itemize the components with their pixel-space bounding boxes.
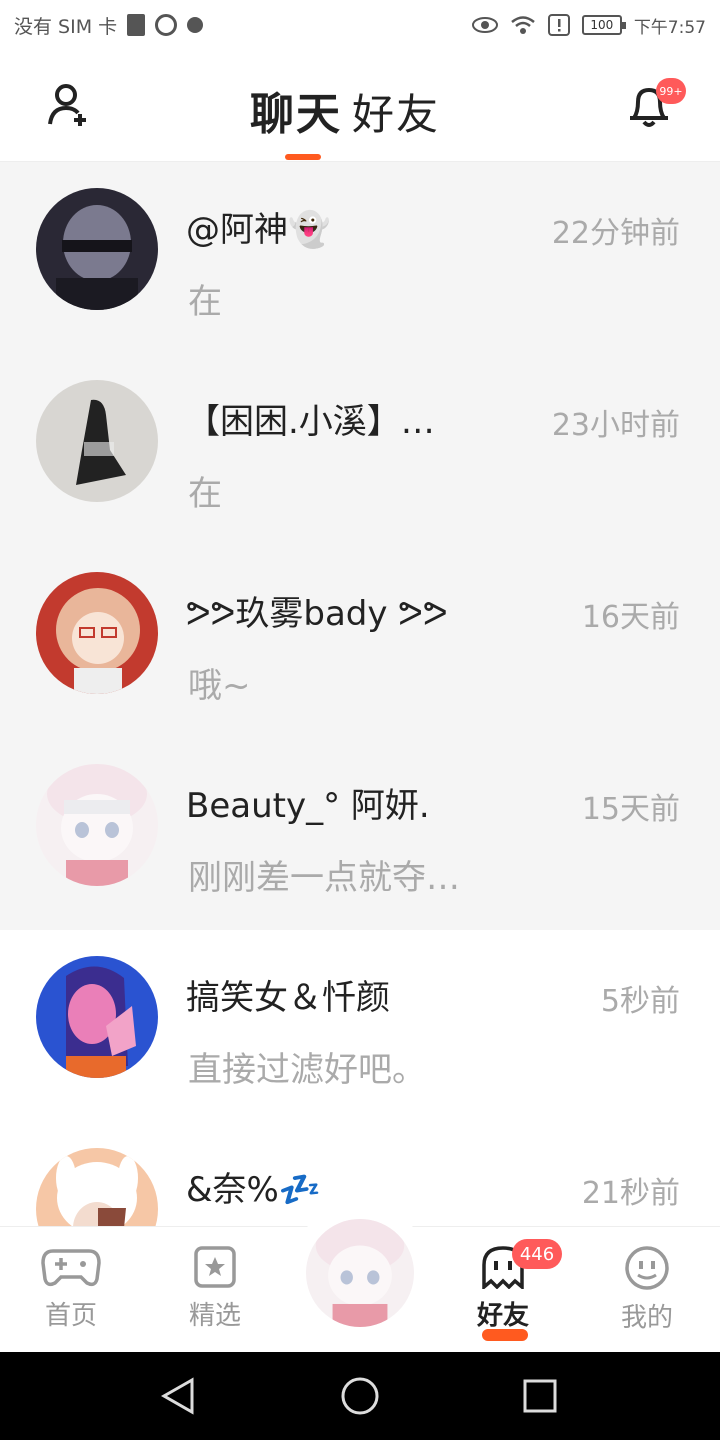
bottom-nav: 首页 精选 好友 446 我的 [0,1199,720,1352]
chat-name: @阿神👻 [186,210,331,250]
tab-chat[interactable]: 聊天 [250,78,342,142]
chat-item[interactable]: Beauty_° 阿妍. 15天前 刚刚差一点就夺… [0,738,720,930]
chat-item[interactable]: 【困困.小溪】… 23小时前 在 [0,354,720,546]
nav-me[interactable]: 我的 [602,1245,692,1334]
gamepad-icon [41,1249,101,1287]
tab-switcher: 聊天 好友 [250,78,440,142]
friends-badge: 446 [512,1239,562,1269]
chat-preview: 在 [188,474,222,514]
center-avatar-button[interactable] [306,1219,414,1327]
nav-label: 精选 [188,1301,241,1331]
nav-label: 好友 [476,1301,529,1331]
recents-icon[interactable] [522,1378,558,1414]
home-icon[interactable] [340,1376,380,1416]
chat-item[interactable]: 搞笑女＆忏颜 5秒前 直接过滤好吧。 [0,930,720,1122]
chat-preview: 在 [188,282,222,322]
chat-name: 搞笑女＆忏颜 [186,978,390,1018]
chat-preview: 哦~ [188,666,251,706]
carrier-text: 没有 SIM 卡 [14,15,118,38]
chat-preview: 刚刚差一点就夺… [188,858,460,898]
nav-featured[interactable]: 精选 [170,1245,260,1332]
chat-time: 15天前 [581,792,680,827]
chat-name: &奈%💤 [186,1170,322,1210]
tab-friends[interactable]: 好友 [352,81,440,142]
avatar [36,764,158,886]
alert-icon [547,14,570,36]
system-nav-bar [0,1352,720,1440]
location-icon [155,14,178,36]
active-tab-indicator [285,154,321,160]
chat-time: 22分钟前 [551,216,680,251]
eye-icon [471,17,498,33]
status-bar: 没有 SIM 卡 100 下午7:57 [0,0,720,50]
nav-label: 首页 [44,1301,97,1331]
chat-name: Beauty_° 阿妍. [186,786,430,826]
battery-icon: 100 [581,15,626,35]
avatar [36,572,158,694]
smile-icon [625,1246,669,1290]
star-icon [194,1246,236,1288]
wifi-icon [511,16,535,34]
chat-preview: 直接过滤好吧。 [188,1050,426,1090]
avatar [36,956,158,1078]
chat-item[interactable]: ᕗᕗ玖雾bady ᕗᕗ 16天前 哦~ [0,546,720,738]
avatar [36,188,158,310]
add-user-icon[interactable] [44,80,94,130]
clock: 下午7:57 [633,17,706,38]
notification-badge: 99+ [656,78,686,104]
avatar [36,380,158,502]
chat-list: @阿神👻 22分钟前 在 【困困.小溪】… 23小时前 在 ᕗᕗ玖雾bady ᕗ… [0,162,720,1314]
battery-level: 100 [590,18,614,32]
chat-item[interactable]: @阿神👻 22分钟前 在 [0,162,720,354]
active-nav-indicator [482,1329,528,1341]
chat-time: 21秒前 [581,1176,680,1211]
back-icon[interactable] [158,1376,198,1416]
chat-name: 【困困.小溪】… [186,402,435,442]
app-header: 聊天 好友 99+ [0,50,720,162]
chat-time: 23小时前 [551,408,680,443]
nav-home[interactable]: 首页 [26,1245,116,1332]
dot-icon [187,17,204,33]
sd-card-icon [127,14,146,36]
chat-name: ᕗᕗ玖雾bady ᕗᕗ [186,594,448,634]
chat-time: 16天前 [581,600,680,635]
chat-time: 5秒前 [600,984,680,1019]
nav-label: 我的 [620,1303,673,1333]
